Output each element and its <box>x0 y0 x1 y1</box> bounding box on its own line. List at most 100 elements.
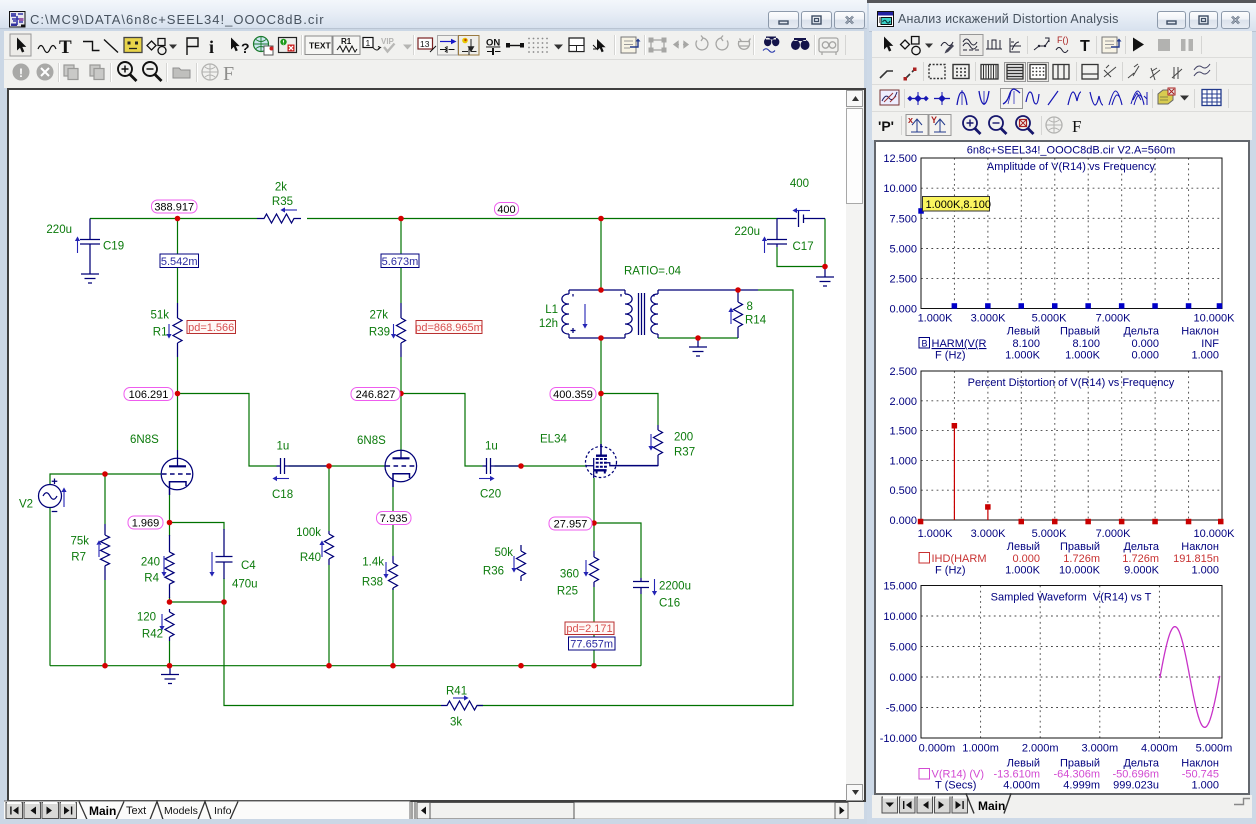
svg-text:1.000K: 1.000K <box>918 528 954 540</box>
svg-text:R37: R37 <box>674 447 695 459</box>
svg-text:RATIO=.04: RATIO=.04 <box>624 266 682 278</box>
svg-text:0.000: 0.000 <box>1012 553 1040 565</box>
svg-text:8: 8 <box>747 301 753 313</box>
svg-text:pd=868.965m: pd=868.965m <box>415 322 483 334</box>
svg-text:Main: Main <box>89 804 116 818</box>
svg-text:5.673m: 5.673m <box>382 256 419 268</box>
svg-text:2.500: 2.500 <box>889 274 917 286</box>
svg-text:200: 200 <box>674 432 693 444</box>
svg-text:1u: 1u <box>277 441 290 453</box>
svg-text:1.726m: 1.726m <box>1063 553 1100 565</box>
svg-text:1.000: 1.000 <box>1191 350 1219 362</box>
svg-text:R4: R4 <box>144 573 159 585</box>
svg-text:999.023u: 999.023u <box>1113 780 1159 792</box>
svg-text:360: 360 <box>560 569 579 581</box>
svg-text:R36: R36 <box>483 566 504 578</box>
svg-text:10.000: 10.000 <box>883 611 917 623</box>
svg-text:1: 1 <box>366 38 371 48</box>
svg-text:120: 120 <box>137 612 156 624</box>
svg-text:2200u: 2200u <box>659 581 691 593</box>
svg-text:7.000K: 7.000K <box>1096 528 1132 540</box>
svg-text:75k: 75k <box>70 536 89 548</box>
svg-text:5.000K: 5.000K <box>1032 528 1068 540</box>
svg-text:10.000K: 10.000K <box>1194 528 1236 540</box>
svg-text:220u: 220u <box>734 226 760 238</box>
svg-text:R39: R39 <box>369 327 390 339</box>
svg-text:27k: 27k <box>369 310 388 322</box>
svg-text:Info: Info <box>214 805 232 817</box>
svg-text:1.4k: 1.4k <box>362 557 384 569</box>
svg-text:240: 240 <box>141 557 160 569</box>
svg-text:T: T <box>59 37 72 58</box>
svg-text:100k: 100k <box>296 527 321 539</box>
svg-text:13: 13 <box>420 39 430 49</box>
svg-text:pd=2.171: pd=2.171 <box>566 623 612 635</box>
svg-text:106.291: 106.291 <box>129 389 169 401</box>
svg-text:8.100: 8.100 <box>1012 338 1040 350</box>
svg-text:-10.000: -10.000 <box>880 733 917 745</box>
svg-text:x: x <box>908 115 913 125</box>
svg-text:5.000: 5.000 <box>889 642 917 654</box>
svg-text:1.000: 1.000 <box>1191 565 1219 577</box>
svg-text:4.000m: 4.000m <box>1003 780 1040 792</box>
svg-text:Левый: Левый <box>1007 541 1040 553</box>
svg-text:6N8S: 6N8S <box>130 434 159 446</box>
svg-text:?: ? <box>241 40 250 56</box>
svg-text:51k: 51k <box>150 310 169 322</box>
svg-text:77.657m: 77.657m <box>570 639 613 651</box>
svg-text:R25: R25 <box>557 586 578 598</box>
svg-text:TEXT: TEXT <box>309 41 332 51</box>
svg-text:!: ! <box>19 66 23 80</box>
svg-text:0.000: 0.000 <box>1131 338 1159 350</box>
svg-text:IHD(HARM: IHD(HARM <box>932 553 987 565</box>
svg-text:388.917: 388.917 <box>154 202 194 214</box>
svg-text:191.815n: 191.815n <box>1173 553 1219 565</box>
svg-text:Models: Models <box>164 805 198 817</box>
svg-text:5.542m: 5.542m <box>161 256 198 268</box>
svg-text:Наклон: Наклон <box>1181 541 1219 553</box>
svg-text:246.827: 246.827 <box>356 389 396 401</box>
svg-text:Наклон: Наклон <box>1181 326 1219 338</box>
svg-text:1.969: 1.969 <box>132 518 160 530</box>
svg-text:12h: 12h <box>539 318 558 330</box>
svg-text:i: i <box>209 37 214 57</box>
svg-text:1.500: 1.500 <box>889 426 917 438</box>
svg-text:V(R14) (V): V(R14) (V) <box>932 769 985 781</box>
svg-text:0.000: 0.000 <box>1131 350 1159 362</box>
svg-text:R14: R14 <box>745 315 767 327</box>
svg-text:R38: R38 <box>362 577 383 589</box>
svg-text:F (Hz): F (Hz) <box>935 565 966 577</box>
svg-text:3.000K: 3.000K <box>971 528 1007 540</box>
svg-text:-50.745: -50.745 <box>1182 769 1219 781</box>
svg-text:-50.696m: -50.696m <box>1113 769 1159 781</box>
svg-text:400: 400 <box>497 204 515 216</box>
svg-text:C16: C16 <box>659 598 680 610</box>
svg-text:R41: R41 <box>446 686 467 698</box>
svg-text:12.500: 12.500 <box>883 153 917 165</box>
svg-text:50k: 50k <box>494 547 513 559</box>
svg-text:T (Secs): T (Secs) <box>935 780 976 792</box>
svg-text:R35: R35 <box>272 196 293 208</box>
svg-text:2.000: 2.000 <box>889 396 917 408</box>
svg-text:C18: C18 <box>272 489 293 501</box>
svg-text:2k: 2k <box>275 182 287 194</box>
svg-text:C17: C17 <box>793 241 814 253</box>
svg-text:Правый: Правый <box>1060 541 1100 553</box>
svg-text:pd=1.566: pd=1.566 <box>188 322 234 334</box>
svg-text:-13.610m: -13.610m <box>994 769 1040 781</box>
svg-text:3.000K: 3.000K <box>971 313 1007 325</box>
svg-text:Дельта: Дельта <box>1123 541 1159 553</box>
svg-text:1.000K: 1.000K <box>1065 350 1101 362</box>
svg-text:Sampled Waveform V(R14) vs T: Sampled Waveform V(R14) vs T <box>991 591 1152 603</box>
svg-text:10.000: 10.000 <box>883 183 917 195</box>
svg-text:C19: C19 <box>103 241 124 253</box>
svg-text:3.000m: 3.000m <box>1081 743 1118 755</box>
svg-text:1.000K: 1.000K <box>918 313 954 325</box>
svg-text:INF: INF <box>1201 338 1219 350</box>
svg-text:2.000m: 2.000m <box>1022 743 1059 755</box>
svg-text:B: B <box>922 339 928 349</box>
svg-text:7.000K: 7.000K <box>1096 313 1132 325</box>
svg-text:ON: ON <box>486 38 500 49</box>
svg-text:R42: R42 <box>142 629 163 641</box>
svg-text:T: T <box>1080 38 1090 55</box>
